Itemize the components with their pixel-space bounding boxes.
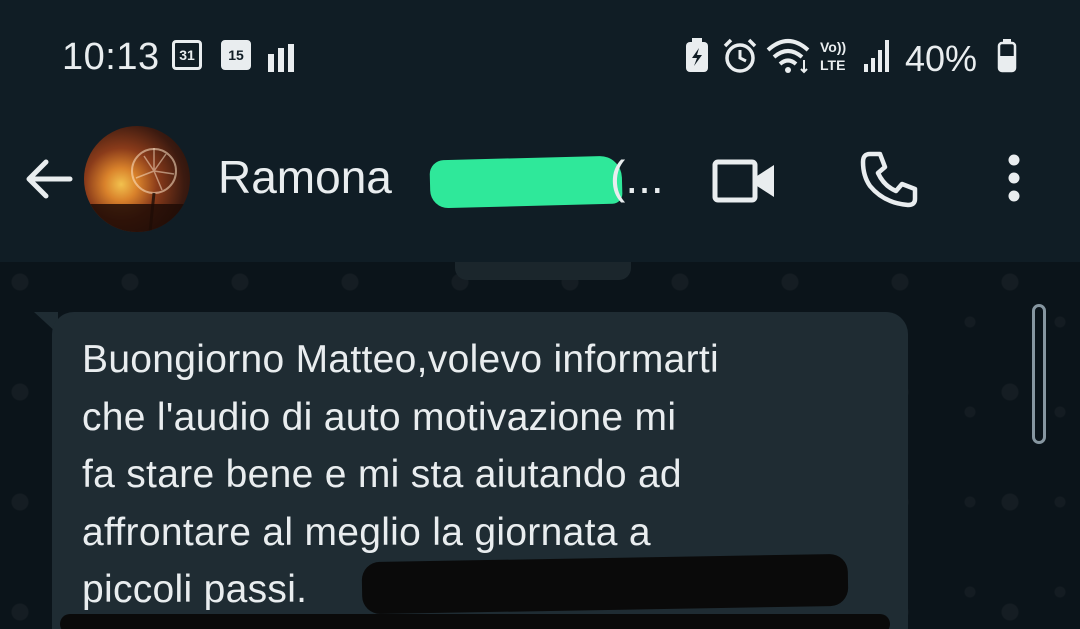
contact-name[interactable]: Ramona bbox=[218, 150, 392, 204]
chat-header: Ramona (... bbox=[0, 118, 1080, 263]
avatar[interactable] bbox=[84, 126, 190, 232]
signal-bars-icon bbox=[268, 44, 294, 72]
svg-text:LTE: LTE bbox=[820, 57, 845, 73]
wifi-icon bbox=[766, 39, 810, 74]
dandelion-photo-icon bbox=[84, 148, 190, 232]
more-vert-icon[interactable] bbox=[1002, 152, 1026, 208]
contact-name-suffix: (... bbox=[610, 151, 664, 203]
status-bar: 10:13 31 15 Vo)) LTE 40% bbox=[0, 0, 1080, 118]
name-redaction bbox=[429, 155, 623, 209]
volte-icon: Vo)) LTE bbox=[820, 39, 846, 73]
back-arrow-icon[interactable] bbox=[22, 152, 76, 206]
alarm-icon bbox=[723, 38, 757, 73]
voice-call-icon[interactable] bbox=[858, 148, 920, 210]
svg-text:Vo)): Vo)) bbox=[820, 39, 846, 55]
video-call-icon[interactable] bbox=[712, 156, 778, 206]
calendar-icon: 31 bbox=[172, 40, 202, 70]
message-line: Buongiorno Matteo,volevo informarti bbox=[82, 338, 719, 381]
status-time: 10:13 bbox=[62, 36, 160, 78]
date-chip bbox=[455, 262, 631, 280]
calendar-filled-icon: 15 bbox=[221, 40, 251, 70]
message-redaction-bottom bbox=[60, 614, 890, 629]
whatsapp-chat-screen: 10:13 31 15 Vo)) LTE 40% Ramona (... Buo… bbox=[0, 0, 1080, 629]
message-line: piccoli passi. bbox=[82, 568, 308, 611]
battery-percent: 40% bbox=[905, 38, 978, 79]
scrollbar[interactable] bbox=[1032, 304, 1046, 444]
message-line: che l'audio di auto motivazione mi bbox=[82, 396, 677, 439]
message-line: fa stare bene e mi sta aiutando ad bbox=[82, 453, 682, 496]
chat-area[interactable]: Buongiorno Matteo,volevo informarti che … bbox=[0, 262, 1080, 629]
battery-icon bbox=[997, 39, 1017, 73]
battery-saver-icon bbox=[686, 38, 708, 72]
cell-signal-icon bbox=[864, 40, 889, 72]
message-redaction bbox=[361, 553, 849, 615]
message-line: affrontare al meglio la giornata a bbox=[82, 511, 651, 554]
